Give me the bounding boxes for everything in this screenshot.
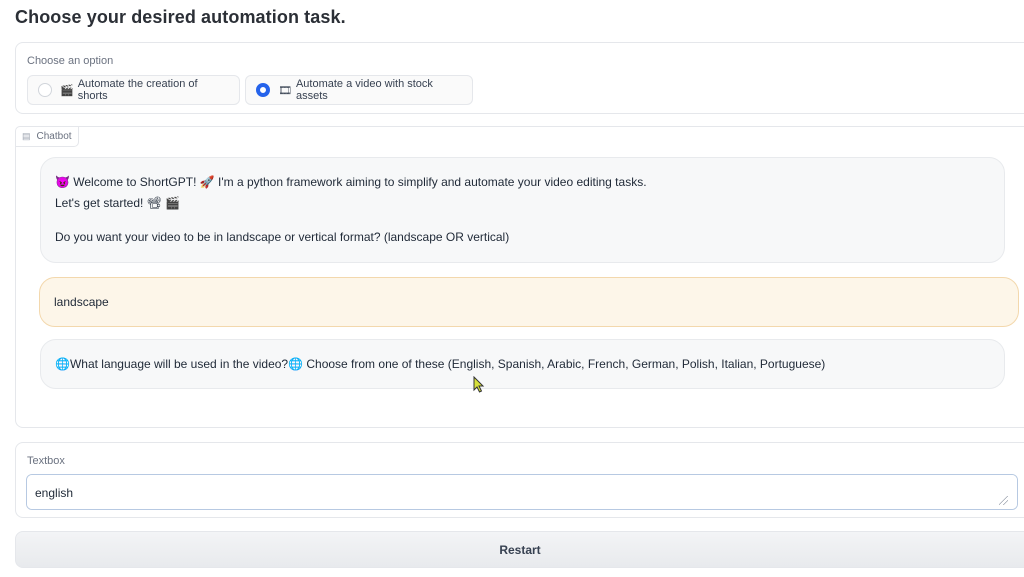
chatbot-label: ▤ Chatbot (15, 126, 79, 147)
radio-option-shorts[interactable]: 🎬 Automate the creation of shorts (27, 75, 240, 105)
bot-message: 😈 Welcome to ShortGPT! 🚀 I'm a python fr… (40, 157, 1005, 263)
restart-button[interactable]: Restart (15, 531, 1024, 568)
radio-checked-icon[interactable] (256, 83, 270, 97)
radio-option-label: Automate a video with stock assets (295, 78, 433, 102)
message-line: 😈 Welcome to ShortGPT! 🚀 I'm a python fr… (55, 175, 647, 189)
message-text: 🌐What language will be used in the video… (55, 357, 826, 371)
option-group: Choose an option 🎬 Automate the creation… (15, 42, 1024, 114)
radio-unchecked-icon[interactable] (38, 83, 52, 97)
textbox-panel: Textbox english (15, 442, 1024, 518)
textbox-label: Textbox (27, 455, 65, 467)
chatbot-panel: ▤ Chatbot 😈 Welcome to ShortGPT! 🚀 I'm a… (15, 126, 1024, 428)
message-text: landscape (54, 295, 109, 309)
option-group-label: Choose an option (27, 55, 114, 67)
user-message: landscape (39, 277, 1019, 327)
chat-icon: ▤ (22, 131, 31, 141)
page-title: Choose your desired automation task. (15, 7, 346, 27)
clapper-icon: 🎬 (60, 84, 74, 97)
resize-grip-icon[interactable] (999, 496, 1008, 505)
message-textbox[interactable]: english (26, 474, 1018, 510)
chatbot-label-text: Chatbot (36, 131, 72, 142)
message-line: Let's get started! 📽 🎬 (55, 196, 181, 210)
radio-option-label: Automate the creation of shorts (77, 78, 198, 102)
mouse-cursor-icon (473, 376, 485, 393)
film-frames-icon: 🎞 (278, 84, 292, 97)
message-line: Do you want your video to be in landscap… (55, 230, 510, 244)
radio-option-stock-assets[interactable]: 🎞 Automate a video with stock assets (245, 75, 473, 105)
bot-message: 🌐What language will be used in the video… (40, 339, 1005, 389)
